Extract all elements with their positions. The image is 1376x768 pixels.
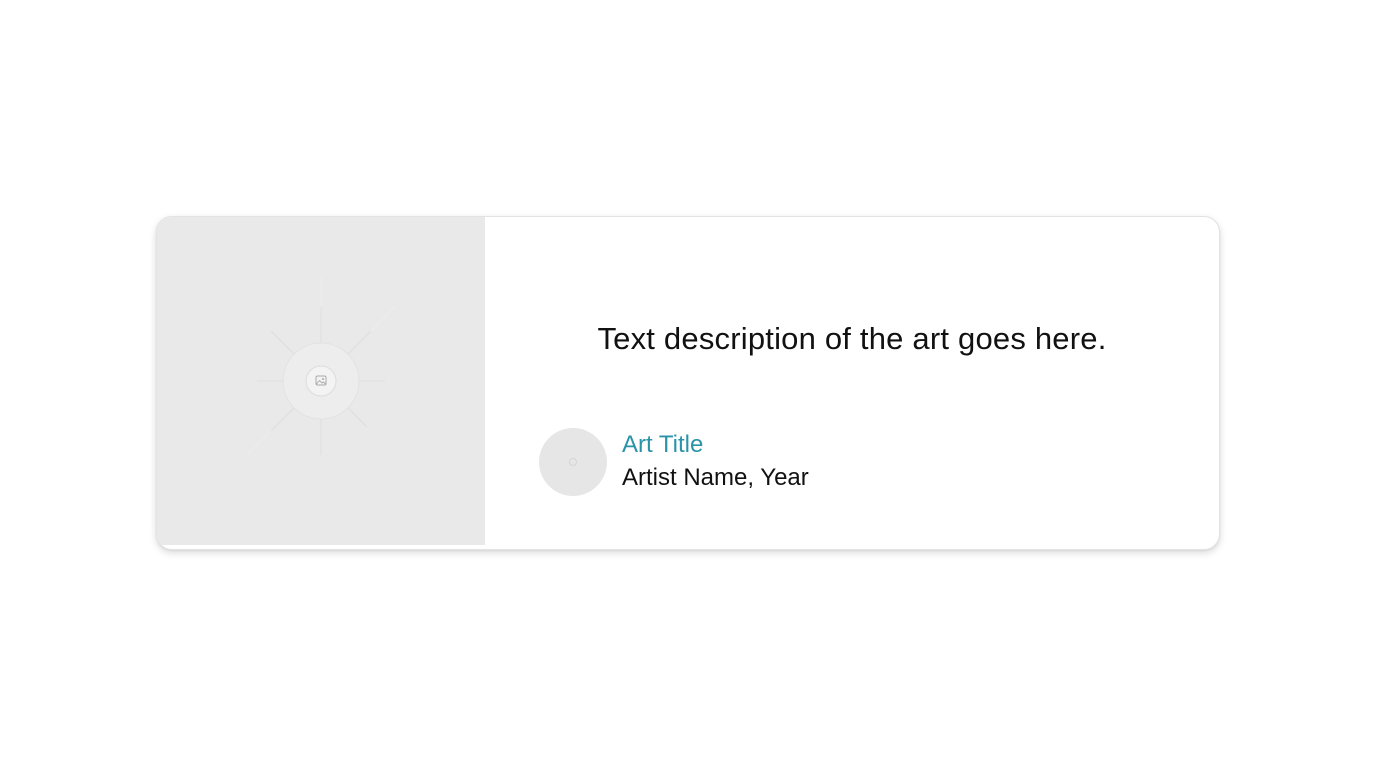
page: Text description of the art goes here. A… [0, 0, 1376, 768]
art-card: Text description of the art goes here. A… [156, 216, 1220, 550]
image-icon [315, 375, 327, 386]
art-description: Text description of the art goes here. [597, 321, 1107, 356]
avatar-placeholder [539, 428, 607, 496]
art-title-link[interactable]: Art Title [622, 429, 809, 461]
art-image-placeholder [157, 217, 485, 545]
avatar-icon [569, 458, 577, 466]
art-card-content: Text description of the art goes here. A… [485, 217, 1219, 549]
art-meta-text: Art Title Artist Name, Year [622, 429, 809, 495]
art-meta: Art Title Artist Name, Year [539, 428, 809, 496]
artist-name-year: Artist Name, Year [622, 464, 809, 491]
